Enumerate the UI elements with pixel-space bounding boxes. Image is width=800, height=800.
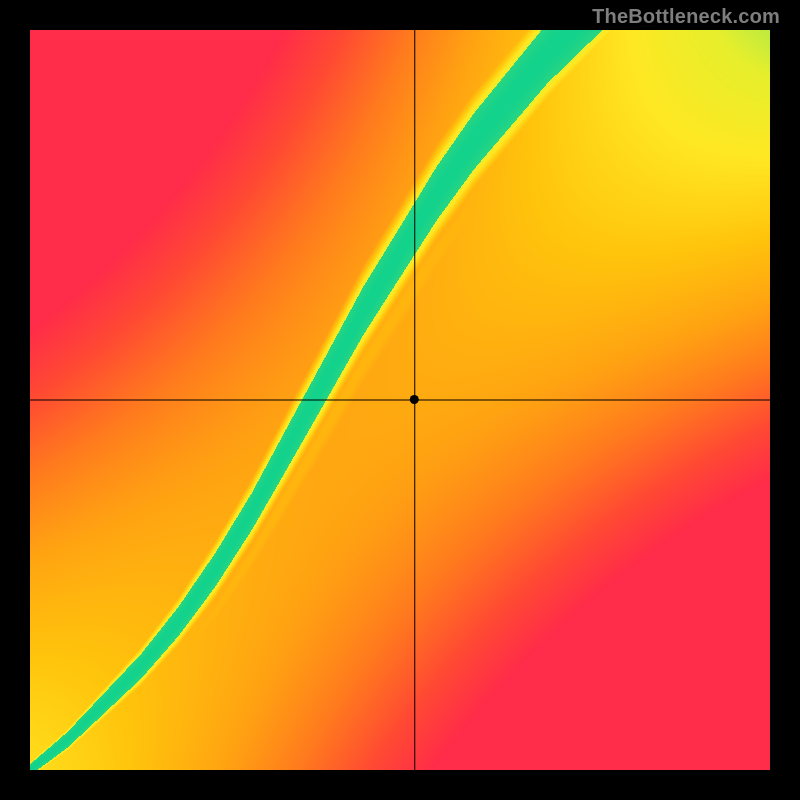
- watermark-text: TheBottleneck.com: [592, 6, 780, 29]
- bottleneck-heatmap: [30, 30, 770, 770]
- chart-frame: TheBottleneck.com: [0, 0, 800, 800]
